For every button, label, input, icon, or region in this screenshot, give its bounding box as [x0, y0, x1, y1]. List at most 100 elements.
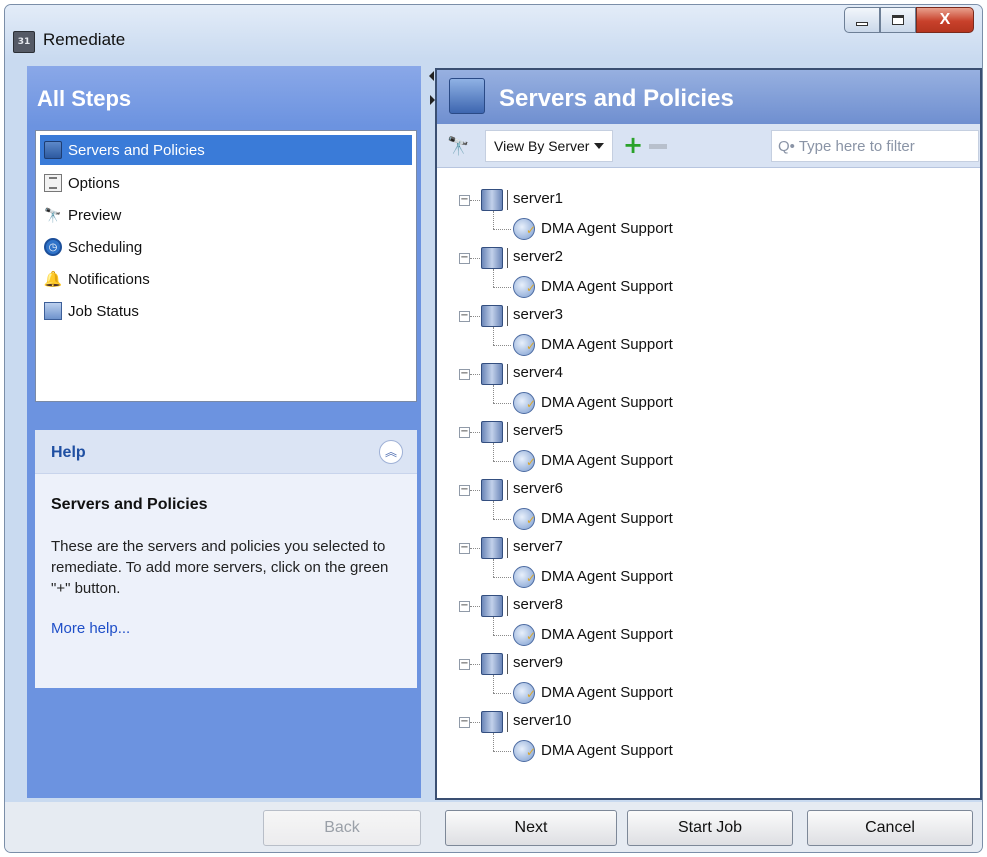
- tree-node-server[interactable]: − server8: [457, 592, 957, 621]
- tree-node-policy[interactable]: DMA Agent Support: [457, 617, 957, 650]
- view-by-select[interactable]: View By Server: [485, 130, 613, 162]
- back-button[interactable]: Back: [263, 810, 421, 846]
- server-icon: [481, 305, 503, 327]
- tree-node-policy[interactable]: DMA Agent Support: [457, 211, 957, 244]
- server-label: server10: [513, 712, 572, 729]
- collapse-node-icon[interactable]: −: [459, 485, 470, 496]
- server-label: server9: [513, 654, 564, 671]
- tree-node-server[interactable]: − server2: [457, 244, 957, 273]
- panel-title: Servers and Policies: [499, 85, 734, 112]
- tree-connector: [493, 577, 511, 578]
- policy-label: DMA Agent Support: [541, 626, 673, 643]
- panel-header: Servers and Policies: [437, 70, 980, 124]
- collapse-node-icon[interactable]: −: [459, 427, 470, 438]
- more-help-link[interactable]: More help...: [51, 620, 401, 637]
- maximize-button[interactable]: [880, 7, 916, 33]
- collapse-node-icon[interactable]: −: [459, 717, 470, 728]
- step-scheduling[interactable]: ◷ Scheduling: [40, 231, 412, 263]
- tree-connector: [493, 501, 494, 519]
- window-controls: X: [844, 7, 974, 33]
- policy-label: DMA Agent Support: [541, 220, 673, 237]
- policy-icon: [513, 450, 536, 472]
- help-title-bar: Help ︽: [35, 430, 417, 474]
- help-text: These are the servers and policies you s…: [51, 538, 389, 597]
- filter-input[interactable]: Q• Type here to filter: [771, 130, 979, 162]
- tree-node-server[interactable]: − server7: [457, 534, 957, 563]
- collapse-node-icon[interactable]: −: [459, 195, 470, 206]
- app-icon: 31: [13, 31, 35, 53]
- title-bar[interactable]: 31 Remediate X: [5, 5, 982, 59]
- policy-icon: [513, 508, 536, 530]
- tree-connector: [493, 693, 511, 694]
- tree-node-policy[interactable]: DMA Agent Support: [457, 675, 957, 708]
- tree-node-policy[interactable]: DMA Agent Support: [457, 559, 957, 592]
- tree-node-server[interactable]: − server1: [457, 186, 957, 215]
- add-server-button[interactable]: +: [623, 133, 643, 157]
- tree-connector: [493, 675, 494, 693]
- binoculars-icon: 🔭: [44, 206, 62, 223]
- collapse-node-icon[interactable]: −: [459, 543, 470, 554]
- step-job-status[interactable]: Job Status: [40, 295, 412, 327]
- step-options[interactable]: Options: [40, 167, 412, 199]
- remove-button[interactable]: [649, 144, 667, 149]
- step-servers-and-policies[interactable]: Servers and Policies: [40, 135, 412, 165]
- cancel-button[interactable]: Cancel: [807, 810, 973, 846]
- tree-connector: [470, 606, 480, 607]
- server-label: server2: [513, 248, 564, 265]
- tree-connector: [470, 548, 480, 549]
- policy-icon: [513, 740, 536, 762]
- minimize-button[interactable]: [844, 7, 880, 33]
- tree-node-server[interactable]: − server5: [457, 418, 957, 447]
- tree-connector: [493, 635, 511, 636]
- server-divider: [507, 364, 509, 384]
- server-label: server1: [513, 190, 564, 207]
- step-label: Preview: [68, 206, 122, 224]
- server-label: server5: [513, 422, 564, 439]
- binoculars-icon[interactable]: 🔭: [447, 136, 469, 157]
- tree-node-server[interactable]: − server4: [457, 360, 957, 389]
- server-icon: [481, 653, 503, 675]
- tree-connector: [493, 269, 494, 287]
- tree-node-server[interactable]: − server3: [457, 302, 957, 331]
- tree-connector: [493, 461, 511, 462]
- tree-node-policy[interactable]: DMA Agent Support: [457, 443, 957, 476]
- tree-connector: [470, 664, 480, 665]
- collapse-left-icon[interactable]: [429, 71, 434, 81]
- tree-connector: [493, 519, 511, 520]
- policy-label: DMA Agent Support: [541, 568, 673, 585]
- minimize-icon: [856, 22, 868, 26]
- collapse-node-icon[interactable]: −: [459, 601, 470, 612]
- tree-connector: [493, 443, 494, 461]
- server-label: server4: [513, 364, 564, 381]
- collapse-node-icon[interactable]: −: [459, 253, 470, 264]
- tree-node-server[interactable]: − server6: [457, 476, 957, 505]
- toolbar: 🔭 View By Server + Q• Type here to filte…: [437, 124, 980, 168]
- server-icon: [481, 189, 503, 211]
- tree-node-server[interactable]: − server9: [457, 650, 957, 679]
- tree-node-policy[interactable]: DMA Agent Support: [457, 385, 957, 418]
- next-button[interactable]: Next: [445, 810, 617, 846]
- tree-node-policy[interactable]: DMA Agent Support: [457, 269, 957, 302]
- tree-node-server[interactable]: − server10: [457, 708, 957, 737]
- clock-icon: ◷: [44, 238, 62, 256]
- options-icon: [44, 174, 62, 192]
- tree-node-policy[interactable]: DMA Agent Support: [457, 501, 957, 534]
- step-label: Options: [68, 174, 120, 192]
- button-bar: Back Next Start Job Cancel: [5, 802, 982, 852]
- policy-icon: [513, 392, 536, 414]
- step-notifications[interactable]: 🔔 Notifications: [40, 263, 412, 295]
- start-job-button[interactable]: Start Job: [627, 810, 793, 846]
- server-icon: [481, 537, 503, 559]
- collapse-node-icon[interactable]: −: [459, 369, 470, 380]
- server-label: server3: [513, 306, 564, 323]
- step-preview[interactable]: 🔭 Preview: [40, 199, 412, 231]
- server-divider: [507, 422, 509, 442]
- collapse-help-button[interactable]: ︽: [379, 440, 403, 464]
- close-button[interactable]: X: [916, 7, 974, 33]
- tree-node-policy[interactable]: DMA Agent Support: [457, 327, 957, 360]
- maximize-icon: [892, 15, 904, 25]
- steps-list: Servers and Policies Options 🔭 Preview ◷…: [35, 130, 417, 402]
- collapse-node-icon[interactable]: −: [459, 659, 470, 670]
- tree-node-policy[interactable]: DMA Agent Support: [457, 733, 957, 766]
- collapse-node-icon[interactable]: −: [459, 311, 470, 322]
